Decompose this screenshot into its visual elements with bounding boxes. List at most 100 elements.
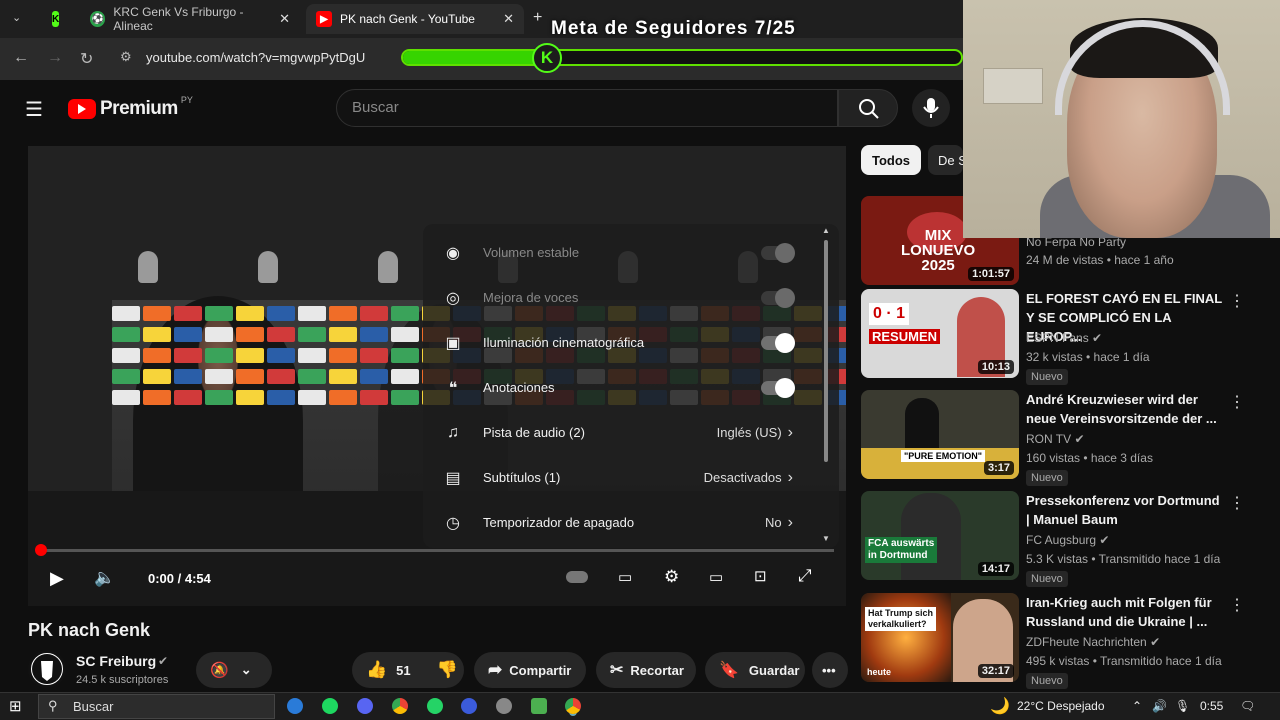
subtitles-icon[interactable]: ▭ [618,568,632,586]
more-vertical-icon[interactable]: ⋮ [1229,493,1245,513]
like-icon[interactable]: 👍 [366,660,387,680]
scrubber-handle[interactable] [35,544,47,556]
new-tab-icon[interactable]: + [533,9,542,27]
recommended-video[interactable]: "PURE EMOTION" 3:17 André Kreuzwieser wird… [861,390,1271,486]
more-vertical-icon[interactable]: ⋮ [1229,392,1245,412]
settings-item[interactable]: ▤ Subtítulos (1) Desactivados › [423,455,823,500]
settings-item[interactable]: ▣ Iluminación cinematográfica [423,320,823,365]
video-thumbnail[interactable]: 0 · 1 RESUMEN 10:13 [861,289,1019,378]
close-tab-icon[interactable]: ✕ [279,11,290,27]
clip-label: Recortar [630,662,684,678]
video-title[interactable]: André Kreuzwieser wird der neue Vereinsv… [1026,390,1222,428]
dislike-icon[interactable]: 👎 [437,660,458,680]
whatsapp-icon[interactable] [427,698,443,714]
settings-scrollbar[interactable] [824,240,828,462]
like-dislike-button[interactable]: 👍 51 👎 [352,652,464,688]
notifications-icon[interactable]: 🗨 [1240,699,1255,713]
settings-item[interactable]: ◷ Temporizador de apagado No › [423,500,823,545]
scroll-up-icon[interactable]: ▲ [822,226,830,235]
play-icon[interactable]: ▶ [50,568,64,589]
close-tab-icon[interactable]: ✕ [503,11,514,27]
settings-icon[interactable]: ⚙ [664,567,679,587]
settings-toggle[interactable] [761,377,795,398]
kick-app-icon[interactable] [531,698,547,714]
more-vertical-icon[interactable]: ⋮ [1229,595,1245,615]
tab-list-icon[interactable]: ⌄ [12,11,21,24]
search-icon: ⚲ [48,698,58,713]
reload-icon[interactable]: ↻ [80,49,93,69]
video-thumbnail[interactable]: FCA auswärts in Dortmund 14:17 [861,491,1019,580]
url-field[interactable]: youtube.com/watch?v=mgvwpPytDgU [146,50,365,65]
chrome-active-icon[interactable] [565,698,581,714]
fullscreen-icon[interactable]: ⤢ [798,566,812,586]
tab-kick[interactable]: K [42,4,72,34]
clock[interactable]: 0:55 [1200,699,1223,713]
settings-item[interactable]: ❝ Anotaciones [423,365,823,410]
back-icon[interactable]: ← [13,49,29,67]
site-info-icon[interactable]: ⚙ [120,49,132,65]
channel-name[interactable]: RON TV ✔ [1026,432,1085,446]
settings-item[interactable]: ◉ Volumen estable [423,230,823,275]
microphone-tray-icon[interactable]: 🎙 [1175,699,1190,713]
sponsor-board [236,306,264,321]
clip-button[interactable]: ✂ Recortar [596,652,696,688]
avatar[interactable] [28,650,66,688]
channel-name[interactable]: SC Freiburg [76,653,156,669]
channel-name[interactable]: ESPN Fans ✔ [1026,331,1102,345]
autoplay-toggle[interactable] [566,571,588,583]
cast-icon[interactable]: ⊡ [754,567,767,585]
chrome-icon[interactable] [392,698,408,714]
video-title[interactable]: Pressekonferenz vor Dortmund | Manuel Ba… [1026,491,1222,529]
settings-item[interactable]: ♫ Pista de audio (2) Inglés (US) › [423,410,823,455]
voice-search-button[interactable] [912,89,950,127]
search-button[interactable] [838,89,898,127]
volume-icon[interactable]: 🔈 [94,568,115,588]
channel-name[interactable]: FC Augsburg ✔ [1026,533,1109,547]
settings-toggle[interactable] [761,242,795,263]
volume-tray-icon[interactable]: 🔊 [1152,699,1167,713]
save-label: Guardar [748,662,800,678]
verified-icon: ✔ [1099,533,1110,547]
scroll-down-icon[interactable]: ▼ [822,534,830,543]
video-title[interactable]: Iran-Krieg auch mit Folgen für Russland … [1026,593,1222,631]
search-input[interactable]: Buscar [336,89,838,127]
share-button[interactable]: ➦ Compartir [474,652,586,688]
settings-toggle[interactable] [761,287,795,308]
video-thumbnail[interactable]: Hat Trump sich verkalkuliert? heute 32:17 [861,593,1019,682]
zoom-icon[interactable] [461,698,477,714]
sponsor-board [329,306,357,321]
show-hidden-icons-icon[interactable]: ⌃ [1132,699,1142,713]
chevron-right-icon: › [787,513,793,531]
audio-track-icon: ♫ [447,423,459,441]
taskbar-search-input[interactable]: Buscar [38,694,275,719]
video-thumbnail[interactable]: "PURE EMOTION" 3:17 [861,390,1019,479]
channel-name[interactable]: ZDFheute Nachrichten ✔ [1026,635,1160,649]
recommended-video[interactable]: 0 · 1 RESUMEN 10:13 EL FOREST CAYÓ EN EL FI… [861,289,1271,385]
weather-text[interactable]: 22°C Despejado [1017,699,1105,713]
menu-icon[interactable]: ☰ [25,97,43,122]
recommended-video[interactable]: Hat Trump sich verkalkuliert? heute 32:17 I… [861,593,1271,689]
new-badge: Nuevo [1026,673,1068,689]
more-actions-button[interactable]: ••• [812,652,848,688]
discord-icon[interactable] [357,698,373,714]
steam-icon[interactable] [287,698,303,714]
recommended-video[interactable]: FCA auswärts in Dortmund 14:17 Pressekonfe… [861,491,1271,587]
tab-youtube[interactable]: ▶ PK nach Genk - YouTube ✕ [306,4,524,34]
chip-second[interactable]: De S [928,145,963,175]
settings-item[interactable]: ◎ Mejora de voces [423,275,823,320]
tab-genk-friburgo[interactable]: ⚽ KRC Genk Vs Friburgo - Alineac ✕ [80,4,300,34]
windows-start-icon[interactable]: ⊞ [9,697,22,715]
save-button[interactable]: 🔖 Guardar [705,652,805,688]
forward-icon[interactable]: → [47,49,63,67]
spotify-icon[interactable] [322,698,338,714]
sponsor-board [360,390,388,405]
obs-icon[interactable] [496,698,512,714]
settings-toggle[interactable] [761,332,795,353]
theater-mode-icon[interactable]: ▭ [709,568,723,586]
subscribed-button[interactable]: 🔕 ⌄ [196,652,272,688]
youtube-logo[interactable]: Premium PY [68,95,193,120]
chip-todos[interactable]: Todos [861,145,922,175]
progress-bar[interactable] [40,549,834,552]
video-meta: 495 k vistas • Transmitido hace 1 día [1026,654,1222,668]
more-vertical-icon[interactable]: ⋮ [1229,291,1245,311]
